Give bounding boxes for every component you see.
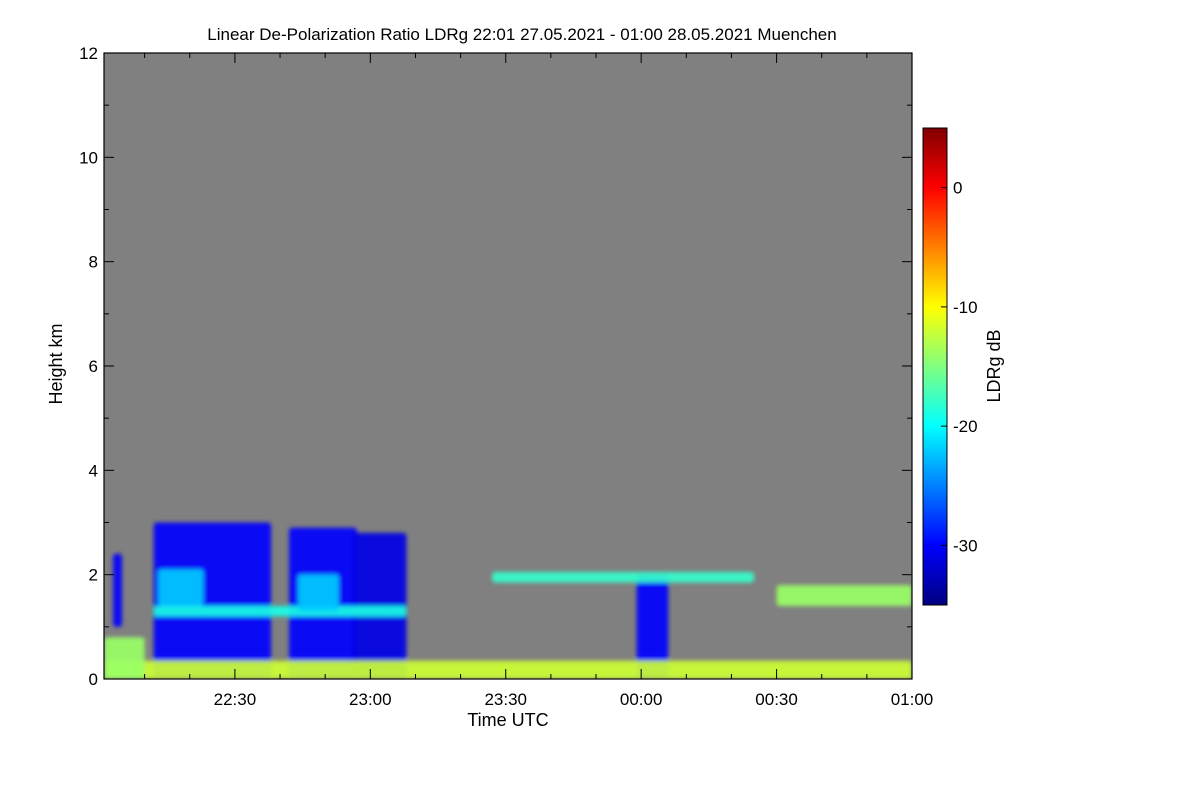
- heatmap-region-9: [776, 585, 912, 606]
- x-tick-label-0: 22:30: [214, 690, 257, 709]
- x-axis-title: Time UTC: [467, 710, 548, 730]
- heatmap-region-7: [298, 574, 339, 612]
- heatmap-region-3: [113, 553, 123, 627]
- x-tick-label-4: 00:30: [755, 690, 798, 709]
- y-tick-label-4: 8: [89, 253, 98, 272]
- colorbar-tick-label-0: -30: [953, 536, 978, 555]
- heatmap-region-10: [104, 660, 912, 679]
- y-tick-label-6: 12: [79, 44, 98, 63]
- y-tick-label-5: 10: [79, 148, 98, 167]
- chart-title: Linear De-Polarization Ratio LDRg 22:01 …: [207, 25, 836, 44]
- colorbar-tick-label-2: -10: [953, 298, 978, 317]
- ldr-chart: Linear De-Polarization Ratio LDRg 22:01 …: [46, 25, 1004, 730]
- y-tick-label-1: 2: [89, 566, 98, 585]
- heatmap-region-8: [492, 572, 755, 583]
- heatmap-region-11: [104, 637, 145, 679]
- y-tick-label-2: 4: [89, 461, 98, 480]
- x-tick-label-2: 23:30: [484, 690, 527, 709]
- y-tick-label-0: 0: [89, 670, 98, 689]
- x-tick-label-5: 01:00: [891, 690, 934, 709]
- y-axis-title: Height km: [46, 323, 66, 404]
- heatmap-region-5: [153, 605, 407, 617]
- y-tick-label-3: 6: [89, 357, 98, 376]
- x-tick-label-3: 00:00: [620, 690, 663, 709]
- colorbar-title: LDRg dB: [984, 329, 1004, 402]
- heatmap-region-6: [158, 569, 204, 606]
- colorbar-tick-label-3: 0: [953, 179, 962, 198]
- x-tick-label-1: 23:00: [349, 690, 392, 709]
- colorbar-tick-label-1: -20: [953, 417, 978, 436]
- colorbar: [922, 127, 948, 606]
